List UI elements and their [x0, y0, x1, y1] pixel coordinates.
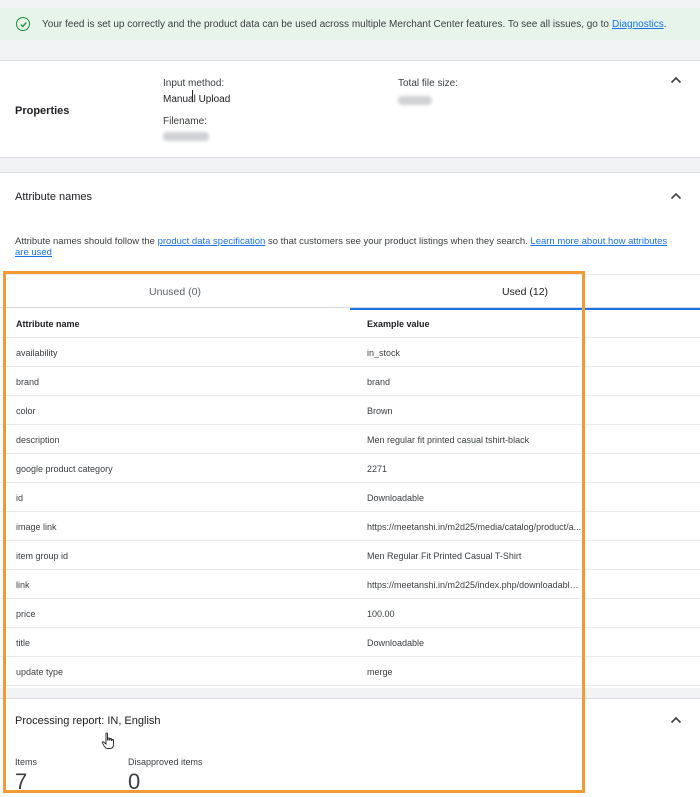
table-row: update type merge [0, 657, 700, 686]
desc-middle: so that customers see your product listi… [267, 236, 528, 247]
table-header: Attribute name Example value [0, 310, 700, 338]
example-value: https://meetanshi.in/m2d25/index.php/dow… [367, 580, 582, 590]
properties-section: Properties Input method: Manual Upload F… [0, 60, 700, 158]
tab-unused[interactable]: Unused (0) [0, 275, 350, 309]
example-value: https://meetanshi.in/m2d25/media/catalog… [367, 522, 582, 532]
tab-used[interactable]: Used (12) [350, 275, 700, 310]
attribute-name: link [16, 580, 30, 590]
items-label: Items [15, 757, 38, 767]
attribute-name: description [16, 435, 60, 445]
column-header-example-value: Example value [367, 319, 430, 329]
input-method-label: Input method: [163, 78, 225, 89]
example-value: Men Regular Fit Printed Casual T-Shirt [367, 551, 522, 561]
attribute-name: google product category [16, 464, 113, 474]
example-value: merge [367, 667, 393, 677]
tab-used-label: Used (12) [501, 286, 549, 298]
example-value: 100.00 [367, 609, 395, 619]
example-value: 2271 [367, 464, 388, 474]
attribute-names-title: Attribute names [15, 191, 93, 203]
table-row: google product category 2271 [0, 454, 700, 483]
items-count: 7 [15, 769, 28, 794]
attribute-name: update type [16, 667, 64, 677]
attribute-name: brand [16, 377, 40, 387]
check-circle-icon [16, 17, 30, 31]
attribute-name: color [16, 406, 36, 416]
table-row: image link https://meetanshi.in/m2d25/med… [0, 512, 700, 541]
table-row: description Men regular fit printed casua… [0, 425, 700, 454]
example-value: Downloadable [367, 493, 425, 503]
banner-message: Your feed is set up correctly and the pr… [42, 18, 609, 30]
example-value: Men regular fit printed casual tshirt-bl… [367, 435, 530, 445]
banner-message-suffix: . [663, 18, 667, 30]
properties-title: Properties [15, 105, 70, 117]
table-row: price 100.00 [0, 599, 700, 628]
example-value: Brown [367, 406, 393, 416]
chevron-up-icon[interactable] [669, 189, 683, 203]
page: Your feed is set up correctly and the pr… [0, 0, 700, 797]
file-size-value-redacted [398, 96, 432, 105]
disapproved-items-label: Disapproved items [128, 757, 203, 767]
table-row: item group id Men Regular Fit Printed Cas… [0, 541, 700, 570]
total-file-size-label: Total file size: [398, 78, 459, 89]
input-method-value: Manual Upload [163, 94, 231, 105]
table-row: availability in_stock [0, 338, 700, 367]
hand-cursor-icon [101, 732, 114, 749]
chevron-up-icon[interactable] [669, 73, 683, 87]
desc-prefix: Attribute names should follow the [15, 236, 155, 247]
attribute-names-section: Attribute names Attribute names should f… [0, 172, 700, 688]
attribute-name: price [16, 609, 36, 619]
tab-unused-label: Unused (0) [149, 286, 201, 298]
disapproved-items-count: 0 [128, 769, 141, 794]
attribute-name: item group id [16, 551, 69, 561]
text-cursor-icon [192, 90, 196, 102]
diagnostics-link[interactable]: Diagnostics [612, 19, 664, 30]
table-row: link https://meetanshi.in/m2d25/index.php… [0, 570, 700, 599]
filename-label: Filename: [163, 116, 207, 127]
attribute-name: availability [16, 348, 58, 358]
example-value: Downloadable [367, 638, 425, 648]
attribute-tabs: Unused (0) Used (12) [0, 274, 700, 310]
chevron-up-icon[interactable] [669, 713, 683, 727]
table-row: brand brand [0, 367, 700, 396]
example-value: in_stock [367, 348, 401, 358]
filename-value-redacted [163, 132, 209, 141]
success-banner: Your feed is set up correctly and the pr… [0, 8, 700, 40]
table-row: color Brown [0, 396, 700, 425]
example-value: brand [367, 377, 391, 387]
attribute-name: id [16, 493, 24, 503]
column-header-attribute-name: Attribute name [16, 319, 80, 329]
attribute-name: image link [16, 522, 57, 532]
attribute-names-description: Attribute names should follow the produc… [15, 236, 675, 258]
processing-report-title: Processing report: IN, English [15, 715, 161, 727]
attribute-table-body: availability in_stock brand brand color Bro… [0, 338, 700, 686]
product-data-spec-link[interactable]: product data specification [158, 236, 266, 247]
table-row: id Downloadable [0, 483, 700, 512]
attribute-name: title [16, 638, 31, 648]
table-row: title Downloadable [0, 628, 700, 657]
